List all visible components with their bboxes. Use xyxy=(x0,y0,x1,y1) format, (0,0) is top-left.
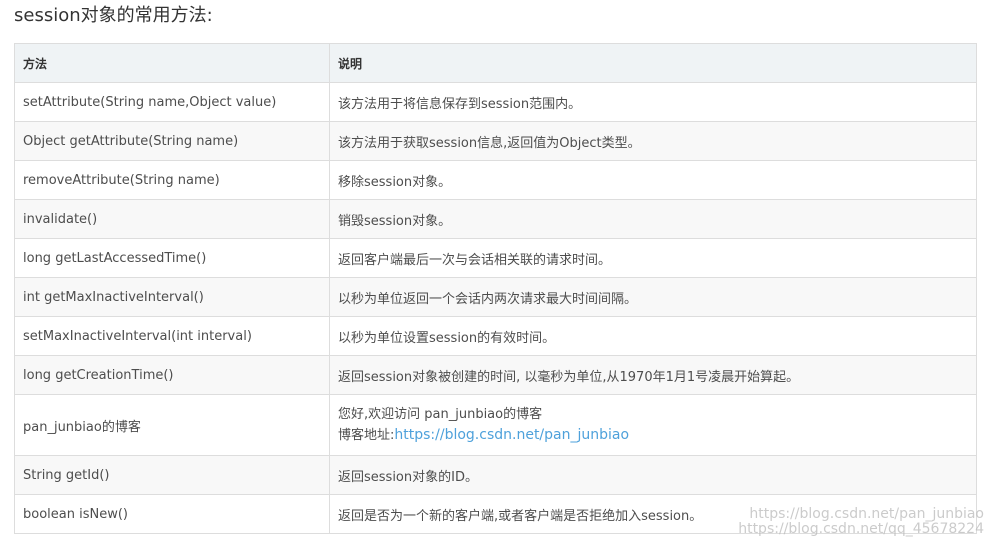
table-row: String getId() 返回session对象的ID。 xyxy=(14,455,977,495)
table-row: long getLastAccessedTime() 返回客户端最后一次与会话相… xyxy=(14,238,977,278)
header-description: 说明 xyxy=(329,43,977,83)
description-cell: 以秒为单位设置session的有效时间。 xyxy=(329,316,977,356)
description-cell: 返回session对象的ID。 xyxy=(329,455,977,495)
description-cell: 以秒为单位返回一个会话内两次请求最大时间间隔。 xyxy=(329,277,977,317)
description-cell: 移除session对象。 xyxy=(329,160,977,200)
watermark-line-2: https://blog.csdn.net/qq_45678224 xyxy=(738,521,984,537)
description-cell: 销毁session对象。 xyxy=(329,199,977,239)
table-row: setMaxInactiveInterval(int interval) 以秒为… xyxy=(14,316,977,356)
session-methods-table: 方法 说明 setAttribute(String name,Object va… xyxy=(14,43,977,534)
method-cell: Object getAttribute(String name) xyxy=(14,121,330,161)
table-row: Object getAttribute(String name) 该方法用于获取… xyxy=(14,121,977,161)
table-header-row: 方法 说明 xyxy=(14,43,977,83)
watermark: https://blog.csdn.net/pan_junbiao https:… xyxy=(738,507,984,537)
method-cell: String getId() xyxy=(14,455,330,495)
table-row: removeAttribute(String name) 移除session对象… xyxy=(14,160,977,200)
header-method: 方法 xyxy=(14,43,330,83)
watermark-line-1: https://blog.csdn.net/pan_junbiao xyxy=(749,506,984,522)
table-row: invalidate() 销毁session对象。 xyxy=(14,199,977,239)
method-cell: long getCreationTime() xyxy=(14,355,330,395)
page-heading: session对象的常用方法: xyxy=(14,5,213,26)
method-cell: setAttribute(String name,Object value) xyxy=(14,82,330,122)
method-cell: long getLastAccessedTime() xyxy=(14,238,330,278)
table-row: int getMaxInactiveInterval() 以秒为单位返回一个会话… xyxy=(14,277,977,317)
blog-address-line: 博客地址:https://blog.csdn.net/pan_junbiao xyxy=(338,425,968,446)
method-cell: invalidate() xyxy=(14,199,330,239)
method-cell: boolean isNew() xyxy=(14,494,330,534)
table-row: long getCreationTime() 返回session对象被创建的时间… xyxy=(14,355,977,395)
description-cell: 返回session对象被创建的时间, 以毫秒为单位,从1970年1月1号凌晨开始… xyxy=(329,355,977,395)
blog-address-label: 博客地址: xyxy=(338,428,395,443)
table-row: pan_junbiao的博客 您好,欢迎访问 pan_junbiao的博客 博客… xyxy=(14,394,977,456)
method-cell: int getMaxInactiveInterval() xyxy=(14,277,330,317)
description-cell: 该方法用于将信息保存到session范围内。 xyxy=(329,82,977,122)
blog-link[interactable]: https://blog.csdn.net/pan_junbiao xyxy=(394,427,629,443)
description-cell: 返回客户端最后一次与会话相关联的请求时间。 xyxy=(329,238,977,278)
method-cell: setMaxInactiveInterval(int interval) xyxy=(14,316,330,356)
description-cell: 您好,欢迎访问 pan_junbiao的博客 博客地址:https://blog… xyxy=(329,394,977,456)
table-row: setAttribute(String name,Object value) 该… xyxy=(14,82,977,122)
greeting-text: 您好,欢迎访问 pan_junbiao的博客 xyxy=(338,407,543,422)
method-cell: removeAttribute(String name) xyxy=(14,160,330,200)
description-cell: 该方法用于获取session信息,返回值为Object类型。 xyxy=(329,121,977,161)
method-cell: pan_junbiao的博客 xyxy=(14,394,330,456)
